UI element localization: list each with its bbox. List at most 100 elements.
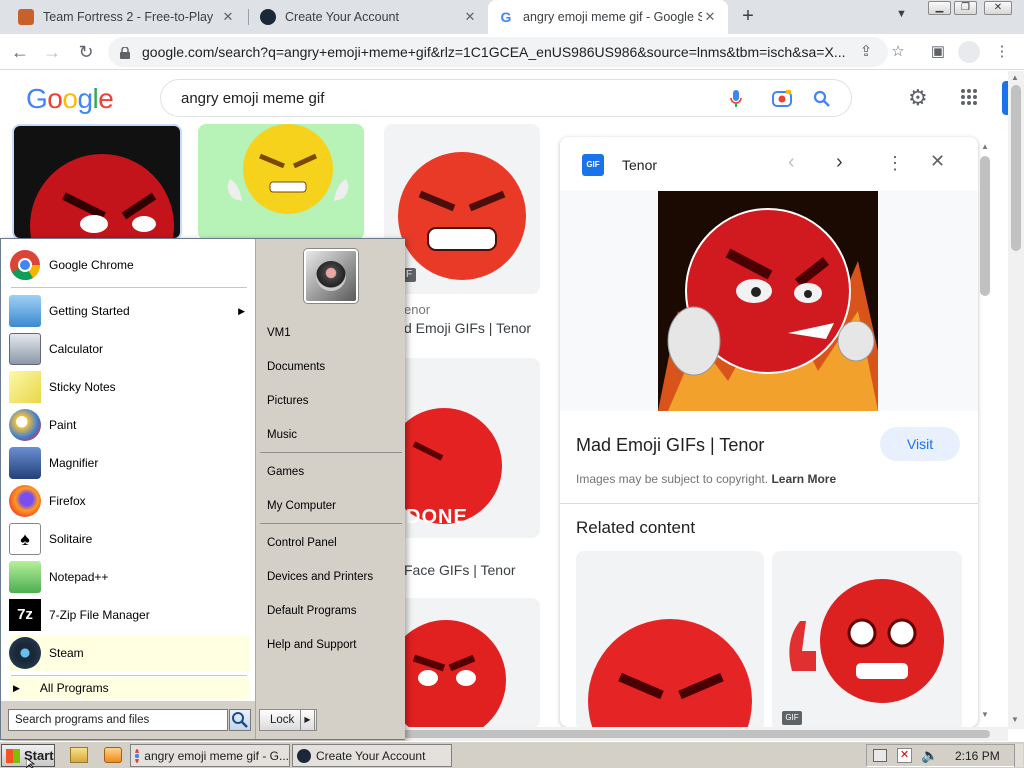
show-desktop-button[interactable] xyxy=(1014,744,1023,767)
result-title[interactable]: Face GIFs | Tenor xyxy=(404,562,516,578)
search-input[interactable]: angry emoji meme gif xyxy=(181,90,324,107)
places-help-support[interactable]: Help and Support xyxy=(267,639,357,651)
taskbar-chrome-window[interactable]: angry emoji meme gif - G... xyxy=(130,744,290,767)
network-icon[interactable] xyxy=(873,749,887,762)
minimize-button[interactable]: ▁ xyxy=(928,1,951,15)
related-image-2[interactable]: GIF xyxy=(772,551,962,727)
restore-button[interactable]: ❐ xyxy=(954,1,977,15)
mad-emoji-preview-image[interactable] xyxy=(658,191,878,411)
close-tab-icon[interactable]: ✕ xyxy=(702,9,718,25)
tab-google-search[interactable]: G angry emoji meme gif - Google S ✕ xyxy=(488,0,728,34)
related-image-1[interactable] xyxy=(576,551,764,727)
turntable-icon xyxy=(316,261,346,291)
visit-button[interactable]: Visit xyxy=(880,427,960,461)
start-search-button[interactable] xyxy=(229,709,251,731)
start-item-firefox[interactable]: Firefox xyxy=(9,483,249,519)
panel-scrollbar[interactable]: ▲ ▼ xyxy=(978,142,992,727)
shutdown-options-arrow-icon[interactable]: ▶ xyxy=(300,709,315,731)
microphone-icon[interactable] xyxy=(729,89,743,109)
paint-palette-icon xyxy=(9,409,41,441)
menu-divider xyxy=(260,452,402,453)
forward-button[interactable]: → xyxy=(40,40,64,64)
close-tab-icon[interactable]: ✕ xyxy=(462,9,478,25)
settings-gear-icon[interactable]: ⚙ xyxy=(908,85,928,111)
back-button[interactable]: ← xyxy=(8,40,32,64)
action-center-warning-icon[interactable]: ✕ xyxy=(897,748,912,763)
start-item-magnifier[interactable]: Magnifier xyxy=(9,445,249,481)
result-image-5[interactable] xyxy=(384,598,540,728)
places-pictures[interactable]: Pictures xyxy=(267,395,309,407)
result-image-2[interactable] xyxy=(198,124,364,240)
search-icon[interactable] xyxy=(813,90,831,108)
explorer-folder-icon[interactable] xyxy=(70,747,88,763)
close-panel-icon[interactable]: ✕ xyxy=(930,151,945,172)
address-bar[interactable]: google.com/search?q=angry+emoji+meme+gif… xyxy=(108,37,888,67)
share-icon[interactable]: ⇪ xyxy=(856,42,876,62)
tab-search-chevron-icon[interactable]: ▼ xyxy=(896,8,907,20)
angry-red-emoji-image xyxy=(30,154,174,238)
result-title[interactable]: d Emoji GIFs | Tenor xyxy=(404,320,531,336)
scroll-down-arrow-icon[interactable]: ▼ xyxy=(1011,715,1019,724)
new-tab-button[interactable]: + xyxy=(738,6,758,26)
next-image-icon[interactable]: › xyxy=(836,151,843,174)
learn-more-link[interactable]: Learn More xyxy=(771,472,836,486)
page-scrollbar[interactable]: ▲ ▼ xyxy=(1008,71,1024,729)
start-search-input[interactable]: Search programs and files xyxy=(8,709,228,731)
start-item-solitaire[interactable]: ♠ Solitaire xyxy=(9,521,249,557)
scroll-down-arrow-icon[interactable]: ▼ xyxy=(981,710,989,719)
start-item-steam[interactable]: Steam xyxy=(9,635,249,671)
search-box[interactable]: angry emoji meme gif xyxy=(160,79,852,117)
places-devices-printers[interactable]: Devices and Printers xyxy=(267,571,373,583)
result-image-3[interactable]: F xyxy=(384,124,540,294)
volume-speaker-icon[interactable]: 🔈 xyxy=(921,747,938,764)
taskbar-window-label: angry emoji meme gif - G... xyxy=(144,748,289,763)
taskbar-clock[interactable]: 2:16 PM xyxy=(955,749,1000,763)
start-item-notepadpp[interactable]: Notepad++ xyxy=(9,559,249,595)
start-item-calculator[interactable]: Calculator xyxy=(9,331,249,367)
scroll-up-arrow-icon[interactable]: ▲ xyxy=(1011,73,1019,82)
places-music[interactable]: Music xyxy=(267,429,297,441)
places-default-programs[interactable]: Default Programs xyxy=(267,605,356,617)
close-tab-icon[interactable]: ✕ xyxy=(220,9,236,25)
panel-title[interactable]: Mad Emoji GIFs | Tenor xyxy=(576,435,764,456)
places-games[interactable]: Games xyxy=(267,466,304,478)
more-options-icon[interactable]: ⋮ xyxy=(886,153,904,174)
start-item-7zip[interactable]: 7z 7-Zip File Manager xyxy=(9,597,249,633)
user-picture-icon[interactable] xyxy=(304,249,358,303)
start-item-getting-started[interactable]: Getting Started ▶ xyxy=(9,293,249,329)
start-item-label: Solitaire xyxy=(49,532,93,546)
panel-source[interactable]: Tenor xyxy=(622,157,657,173)
result-image-4[interactable]: DONE xyxy=(384,358,540,538)
angry-emoji-image xyxy=(386,620,506,728)
all-programs-button[interactable]: ▶ All Programs xyxy=(9,677,249,699)
bookmark-star-icon[interactable]: ☆ xyxy=(888,42,908,62)
tab-team-fortress[interactable]: Team Fortress 2 - Free-to-Play ✕ xyxy=(8,0,246,34)
reload-button[interactable]: ↻ xyxy=(74,40,98,64)
previous-image-icon[interactable]: ‹ xyxy=(788,151,795,174)
result-image-1[interactable] xyxy=(12,124,182,240)
places-control-panel[interactable]: Control Panel xyxy=(267,537,337,549)
profile-avatar-icon[interactable] xyxy=(958,41,980,63)
close-window-button[interactable]: ✕ xyxy=(984,1,1012,15)
page-scroll-thumb[interactable] xyxy=(1011,85,1021,251)
places-my-computer[interactable]: My Computer xyxy=(267,500,336,512)
start-item-paint[interactable]: Paint xyxy=(9,407,249,443)
tab-create-account[interactable]: Create Your Account ✕ xyxy=(250,0,488,34)
media-player-icon[interactable] xyxy=(104,747,122,763)
google-logo[interactable]: Google xyxy=(26,83,114,115)
calculator-icon xyxy=(9,333,41,365)
start-item-sticky-notes[interactable]: Sticky Notes xyxy=(9,369,249,405)
tf2-icon xyxy=(18,9,34,25)
places-documents[interactable]: Documents xyxy=(267,361,325,373)
panel-scroll-thumb[interactable] xyxy=(980,156,990,296)
google-apps-icon[interactable] xyxy=(960,88,978,106)
lens-camera-icon[interactable] xyxy=(771,89,793,109)
more-menu-icon[interactable]: ⋮ xyxy=(992,42,1012,62)
copyright-text: Images may be subject to copyright. xyxy=(576,472,769,486)
start-item-google-chrome[interactable]: Google Chrome xyxy=(9,247,249,283)
taskbar-steam-window[interactable]: Create Your Account xyxy=(292,744,452,767)
side-panel-icon[interactable]: ▣ xyxy=(928,42,948,62)
scroll-up-arrow-icon[interactable]: ▲ xyxy=(981,142,989,151)
places-vm1[interactable]: VM1 xyxy=(267,327,291,339)
taskbar: Start angry emoji meme gif - G... Create… xyxy=(0,741,1024,768)
